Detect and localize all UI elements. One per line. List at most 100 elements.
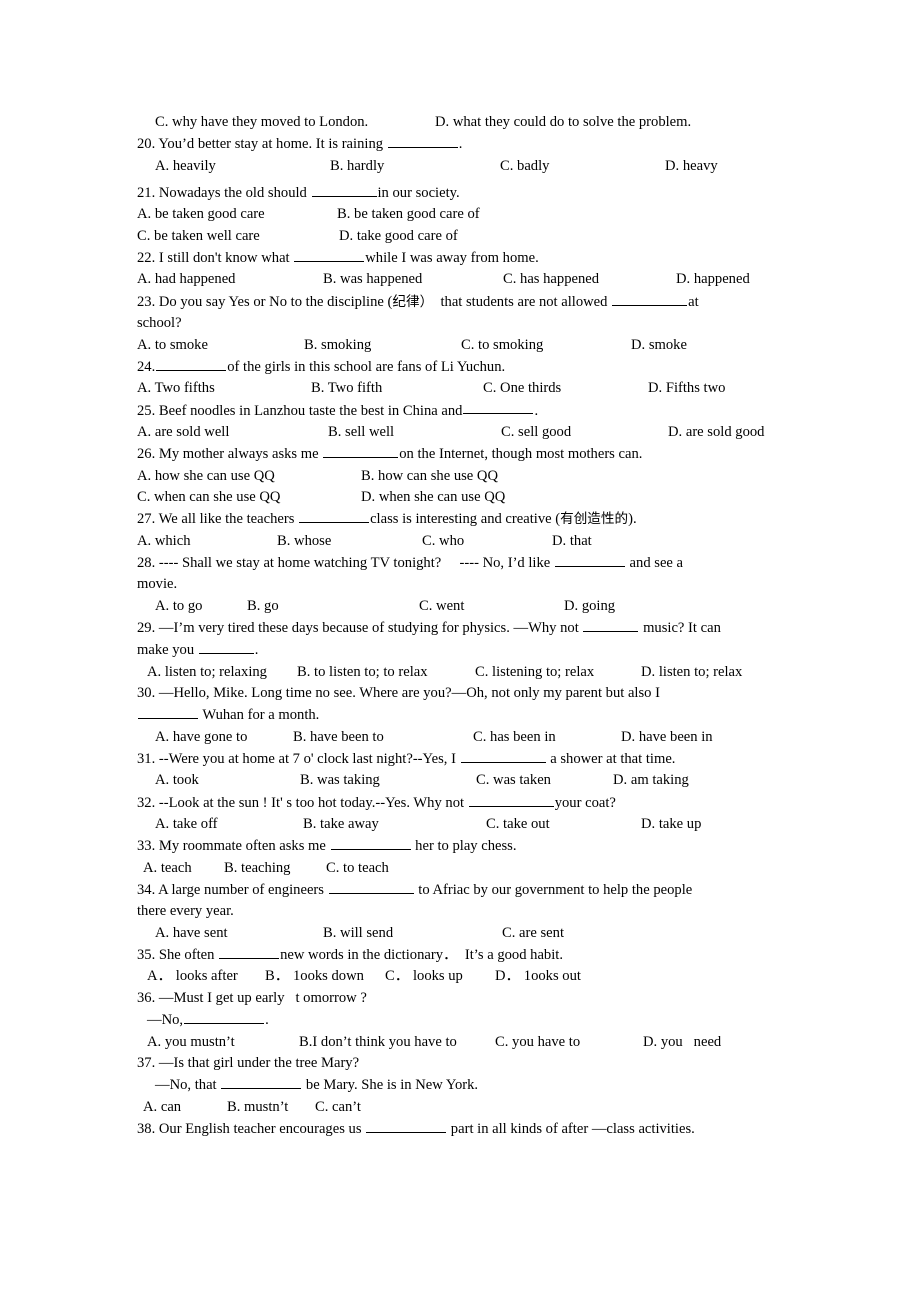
option-item[interactable]: B. go <box>247 596 419 617</box>
question-q26-stem: 26. My mother always asks me on the Inte… <box>137 443 770 465</box>
option-item[interactable]: C. has been in <box>473 727 621 748</box>
option-item[interactable]: C. who <box>422 531 552 552</box>
option-item[interactable]: A. listen to; relaxing <box>147 662 297 683</box>
option-item[interactable]: D. take up <box>641 814 701 835</box>
option-item[interactable]: B. teaching <box>224 858 326 879</box>
option-item[interactable]: A. be taken good care <box>137 204 337 225</box>
option-item[interactable]: B. to listen to; to relax <box>297 662 475 683</box>
option-item[interactable]: A. are sold well <box>137 422 328 443</box>
stem-cjk-gloss: 纪律） <box>392 293 434 310</box>
option-item[interactable]: B. smoking <box>304 335 461 356</box>
answer-blank[interactable] <box>311 182 377 197</box>
option-item[interactable]: B. hardly <box>330 156 500 177</box>
option-item[interactable]: D. Fifths two <box>648 378 725 399</box>
option-item[interactable]: D. heavy <box>665 156 718 177</box>
answer-blank[interactable] <box>387 133 458 149</box>
option-item[interactable]: B. take away <box>303 814 486 835</box>
option-item[interactable]: D． 1ooks out <box>495 966 581 987</box>
option-item[interactable]: B. sell well <box>328 422 501 443</box>
answer-blank[interactable] <box>330 835 411 851</box>
question-q32-options: A. take off B. take away C. take out D. tak… <box>137 814 770 835</box>
option-item[interactable]: C． looks up <box>385 966 495 987</box>
option-item[interactable]: D. am taking <box>613 770 689 791</box>
option-item[interactable]: A. took <box>155 770 300 791</box>
option-item[interactable]: D. you need <box>643 1032 721 1053</box>
option-item[interactable]: D. going <box>564 596 615 617</box>
answer-blank[interactable] <box>219 944 280 960</box>
option-item[interactable]: A. to smoke <box>137 335 304 356</box>
answer-blank[interactable] <box>184 1009 265 1025</box>
option-item[interactable]: C. listening to; relax <box>475 662 641 683</box>
answer-blank[interactable] <box>138 704 198 720</box>
answer-blank[interactable] <box>156 356 227 371</box>
option-item[interactable]: D. that <box>552 531 592 552</box>
answer-blank[interactable] <box>328 879 414 894</box>
option-item[interactable]: B. be taken good care of <box>337 204 480 225</box>
option-item[interactable]: B. Two fifth <box>311 378 483 399</box>
answer-blank[interactable] <box>221 1074 302 1090</box>
option-item[interactable]: B. will send <box>323 923 502 944</box>
option-item[interactable]: C. was taken <box>476 770 613 791</box>
option-item[interactable]: D. take good care of <box>339 226 458 247</box>
option-item[interactable]: A. teach <box>143 858 224 879</box>
stem-text-tail: and see a <box>625 554 684 571</box>
option-item[interactable]: A. take off <box>155 814 303 835</box>
option-item[interactable]: A. have gone to <box>155 727 293 748</box>
answer-blank[interactable] <box>460 748 546 763</box>
option-item[interactable]: C. why have they moved to London. <box>155 112 435 133</box>
option-item[interactable]: A. can <box>143 1097 227 1118</box>
answer-blank[interactable] <box>299 508 370 524</box>
option-item[interactable]: D. are sold good <box>668 422 764 443</box>
answer-blank[interactable] <box>323 443 399 459</box>
stem-cjk-gloss: 有创造性的 <box>560 511 629 528</box>
option-item[interactable]: A. had happened <box>137 269 323 290</box>
answer-blank[interactable] <box>294 247 365 263</box>
option-item[interactable]: D. smoke <box>631 335 687 356</box>
stem-text-tail: . <box>265 1012 269 1029</box>
option-item[interactable]: A． looks after <box>147 966 265 987</box>
option-item[interactable]: A. heavily <box>155 156 330 177</box>
option-item[interactable]: C. badly <box>500 156 665 177</box>
option-item[interactable]: C. to teach <box>326 858 389 879</box>
option-item[interactable]: C. sell good <box>501 422 668 443</box>
answer-blank[interactable] <box>463 400 534 415</box>
option-item[interactable]: C. when can she use QQ <box>137 487 361 508</box>
option-item[interactable]: A. which <box>137 531 277 552</box>
option-item[interactable]: C. can’t <box>315 1097 361 1118</box>
option-item[interactable]: A. have sent <box>155 923 323 944</box>
option-item[interactable]: D. happened <box>676 269 750 290</box>
option-item[interactable]: B. was happened <box>323 269 503 290</box>
option-item[interactable]: B.I don’t think you have to <box>299 1032 495 1053</box>
option-item[interactable]: B. was taking <box>300 770 476 791</box>
option-item[interactable]: A. how she can use QQ <box>137 466 361 487</box>
option-item[interactable]: B. whose <box>277 531 422 552</box>
option-item[interactable]: C. be taken well care <box>137 226 339 247</box>
option-item[interactable]: A. Two fifths <box>137 378 311 399</box>
option-item[interactable]: B. have been to <box>293 727 473 748</box>
stem-text-mid: class is interesting and creative ( <box>370 511 561 528</box>
answer-blank[interactable] <box>366 1118 447 1133</box>
answer-blank[interactable] <box>612 291 688 306</box>
option-item[interactable]: D. what they could do to solve the probl… <box>435 112 691 133</box>
option-item[interactable]: C. has happened <box>503 269 676 290</box>
answer-blank[interactable] <box>468 792 554 807</box>
option-item[interactable]: A. you mustn’t <box>147 1032 299 1053</box>
option-item[interactable]: C. are sent <box>502 923 564 944</box>
option-item[interactable]: B. mustn’t <box>227 1097 315 1118</box>
question-q29-stem-line2: make you . <box>137 639 770 661</box>
option-item[interactable]: D. when she can use QQ <box>361 487 505 508</box>
option-item[interactable]: C. One thirds <box>483 378 648 399</box>
option-item[interactable]: D. have been in <box>621 727 713 748</box>
answer-blank[interactable] <box>198 639 254 655</box>
option-item[interactable]: C. to smoking <box>461 335 631 356</box>
option-item[interactable]: A. to go <box>155 596 247 617</box>
option-item[interactable]: C. went <box>419 596 564 617</box>
option-item[interactable]: C. take out <box>486 814 641 835</box>
stem-text-tail: . <box>254 642 259 659</box>
option-item[interactable]: C. you have to <box>495 1032 643 1053</box>
answer-blank[interactable] <box>583 617 639 632</box>
option-item[interactable]: B. how can she use QQ <box>361 466 498 487</box>
option-item[interactable]: D. listen to; relax <box>641 662 742 683</box>
answer-blank[interactable] <box>554 552 625 567</box>
option-item[interactable]: B． 1ooks down <box>265 966 385 987</box>
